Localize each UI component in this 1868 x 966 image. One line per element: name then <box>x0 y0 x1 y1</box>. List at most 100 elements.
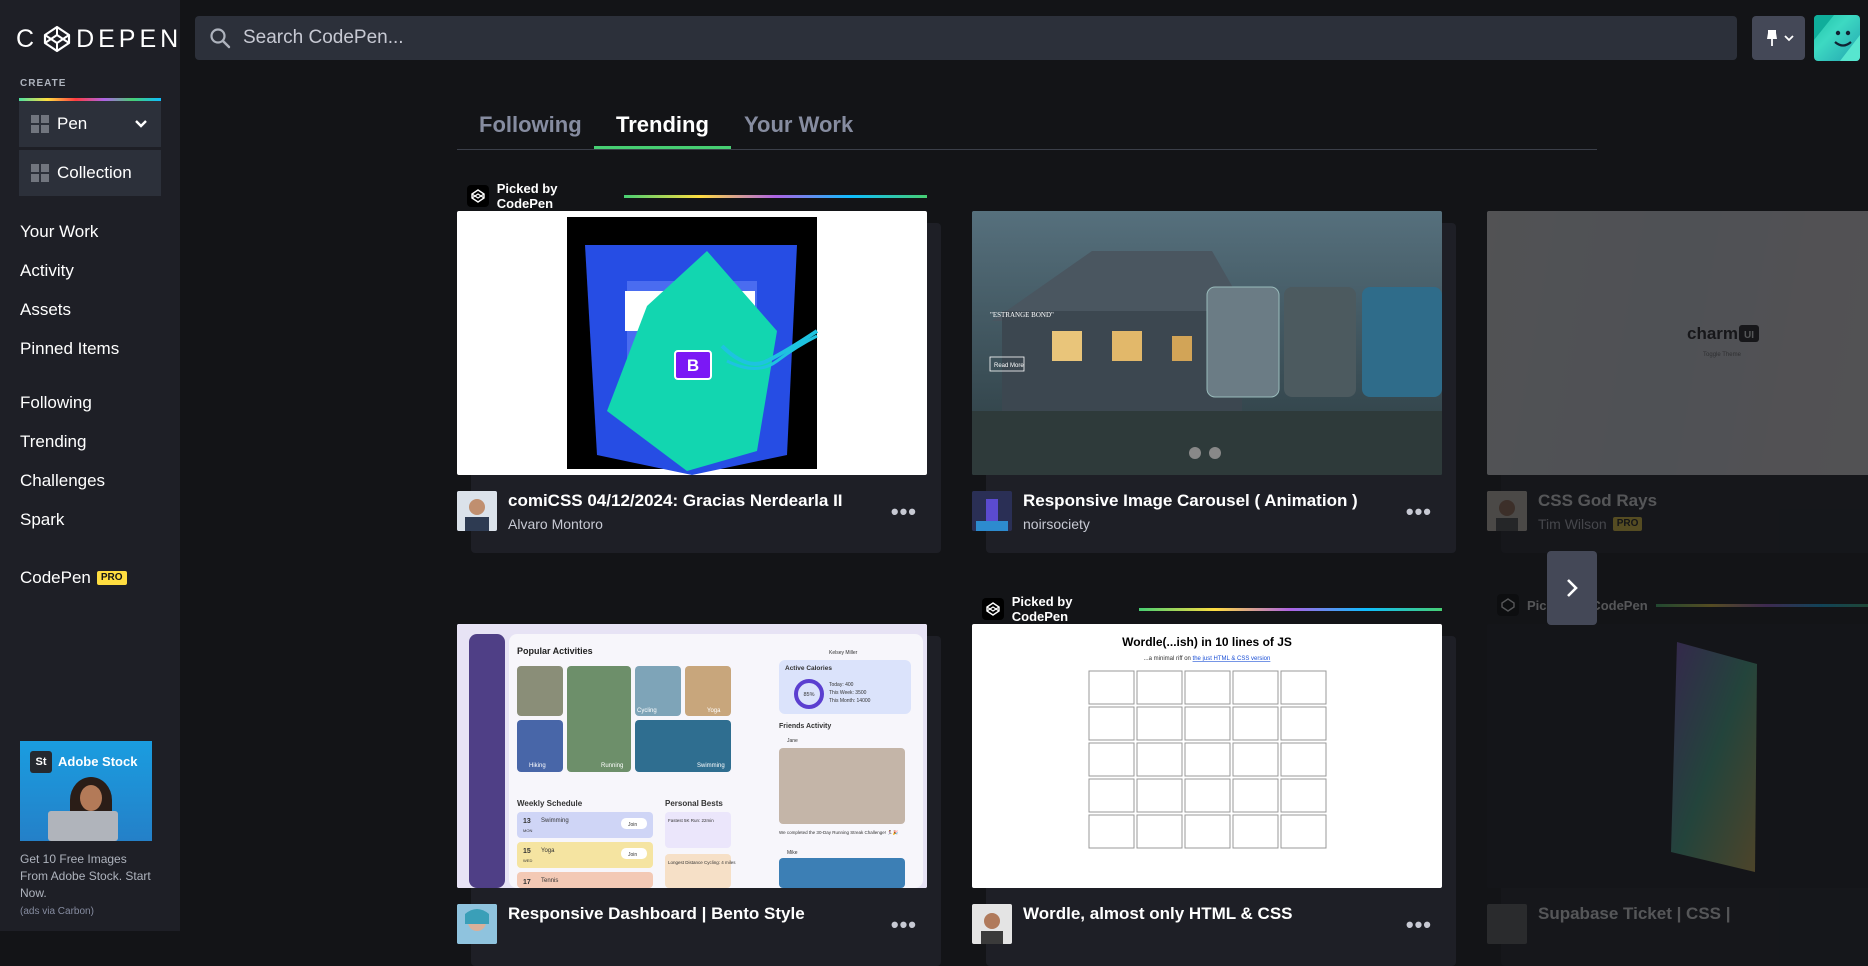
author-avatar[interactable] <box>1487 904 1527 944</box>
preview-schedule-dow: MON <box>523 828 532 833</box>
tab-trending[interactable]: Trending <box>594 112 731 149</box>
pen-author[interactable]: Alvaro Montoro <box>508 516 603 532</box>
preview-best2: Longest Distance Cycling: 4 miles <box>668 860 736 865</box>
pen-title[interactable]: CSS God Rays <box>1538 491 1657 511</box>
preview-calorie-line: This Week: 3500 <box>829 690 867 696</box>
create-pen-label: Pen <box>57 114 88 133</box>
preview-schedule-dow: WED <box>523 858 532 863</box>
search-icon <box>210 28 231 49</box>
more-dots-icon[interactable]: ••• <box>1406 499 1432 525</box>
pen-title[interactable]: Responsive Dashboard | Bento Style <box>508 904 805 924</box>
preview-logo-suffix: UI <box>1744 330 1754 341</box>
feed-tabs: Following Trending Your Work <box>457 108 1597 150</box>
wordle-cell <box>1280 706 1327 741</box>
card-preview[interactable] <box>1487 624 1868 888</box>
author-avatar[interactable] <box>457 491 497 531</box>
picked-by-codepen[interactable]: Picked by CodePen <box>982 594 1442 624</box>
logo-c: C <box>16 24 39 53</box>
pro-badge: PRO <box>96 571 127 585</box>
pen-author[interactable]: noirsociety <box>1023 516 1090 532</box>
chevron-down-icon[interactable] <box>133 115 149 131</box>
sidebar-item-spark[interactable]: Spark <box>20 500 105 539</box>
preview-schedule-name: Swimming <box>541 818 569 824</box>
wordle-cell <box>1232 778 1279 813</box>
search-bar[interactable] <box>195 16 1737 60</box>
sidebar-item-assets[interactable]: Assets <box>20 290 119 329</box>
wordle-cell <box>1136 814 1183 849</box>
pen-title[interactable]: Supabase Ticket | CSS | <box>1538 904 1731 924</box>
card-preview[interactable]: "ESTRANGE BOND" Read More <box>972 211 1442 475</box>
ad-image[interactable]: St Adobe Stock <box>20 741 152 841</box>
wordle-cell <box>1136 742 1183 777</box>
ad-via[interactable]: (ads via Carbon) <box>20 906 152 917</box>
sidebar-item-pinned-items[interactable]: Pinned Items <box>20 329 119 368</box>
carousel-next-button[interactable] <box>1547 551 1597 625</box>
sidebar-item-your-work[interactable]: Your Work <box>20 212 119 251</box>
sponsor-ad[interactable]: St Adobe Stock Get 10 Free Images From A… <box>20 741 152 917</box>
preview-schedule-name: Tennis <box>541 878 558 884</box>
preview-art: charm UI Toggle Theme <box>1687 324 1759 358</box>
preview-weekly: Weekly Schedule <box>517 799 583 808</box>
sidebar-item-activity[interactable]: Activity <box>20 251 119 290</box>
preview-schedule-day: 13 <box>523 818 531 825</box>
ad-person-face <box>80 785 102 811</box>
search-input[interactable] <box>243 27 1643 49</box>
create-collection-button[interactable]: Collection <box>19 150 161 196</box>
create-pen-button[interactable]: Pen <box>19 101 161 147</box>
more-dots-icon[interactable]: ••• <box>891 499 917 525</box>
preview-art: Wordle(...ish) in 10 lines of JS ...a mi… <box>1088 635 1327 849</box>
pen-author-name: Tim Wilson <box>1538 516 1607 532</box>
author-avatar[interactable] <box>972 491 1012 531</box>
tab-following[interactable]: Following <box>457 112 604 149</box>
picked-rainbow-line <box>1655 603 1868 607</box>
preview-button: Read More <box>994 363 1024 369</box>
sidebar-pro-link[interactable]: CodePen PRO <box>20 558 127 597</box>
preview-user: Kelsey Miller <box>829 650 858 656</box>
picked-by-codepen[interactable]: Picked by CodePen <box>467 181 927 211</box>
user-avatar[interactable] <box>1814 15 1860 61</box>
sidebar-item-trending[interactable]: Trending <box>20 422 105 461</box>
card-preview[interactable]: B <box>457 211 927 475</box>
preview-schedule-day: 17 <box>523 879 531 886</box>
author-avatar[interactable] <box>972 904 1012 944</box>
pin-icon <box>1766 30 1777 46</box>
preview-friend2: Mike <box>787 850 798 856</box>
preview-activity-yoga: Yoga <box>707 708 721 714</box>
collection-grid-icon <box>31 164 49 182</box>
more-dots-icon[interactable]: ••• <box>891 912 917 938</box>
pen-author[interactable]: Tim Wilson PRO <box>1538 516 1643 532</box>
picked-label: Picked by CodePen <box>496 181 558 211</box>
wordle-subtitle: ...a minimal riff on the just HTML & CSS… <box>1144 656 1271 662</box>
card-preview[interactable]: Popular Activities Hiking Running Cyclin… <box>457 624 927 888</box>
avatar-face-icon <box>1814 15 1860 61</box>
pen-title[interactable]: Wordle, almost only HTML & CSS <box>1023 904 1293 924</box>
tab-your-work[interactable]: Your Work <box>722 112 875 149</box>
sidebar-item-following[interactable]: Following <box>20 383 105 422</box>
preview-friend1: Jane <box>787 738 798 744</box>
codepen-logo[interactable]: C DEPEN <box>16 24 182 54</box>
pinned-items-button[interactable] <box>1752 16 1805 60</box>
pen-grid-icon <box>31 115 49 133</box>
card-preview[interactable]: Wordle(...ish) in 10 lines of JS ...a mi… <box>972 624 1442 888</box>
card-meta: Wordle, almost only HTML & CSS ••• <box>972 902 1442 946</box>
preview-popular: Popular Activities <box>517 646 593 656</box>
wordle-cell <box>1232 814 1279 849</box>
ad-text[interactable]: Get 10 Free Images From Adobe Stock. Sta… <box>20 851 152 902</box>
picked-rainbow-line <box>1139 607 1442 611</box>
author-avatar[interactable] <box>457 904 497 944</box>
author-avatar[interactable] <box>1487 491 1527 531</box>
pen-title[interactable]: comiCSS 04/12/2024: Gracias Nerdearla II <box>508 491 843 511</box>
preview-activity-running: Running <box>601 763 623 769</box>
card-preview[interactable]: charm UI Toggle Theme <box>1487 211 1868 475</box>
chevron-down-icon <box>1783 35 1794 42</box>
preview-activity-hiking: Hiking <box>529 763 546 769</box>
pen-title[interactable]: Responsive Image Carousel ( Animation ) <box>1023 491 1358 511</box>
sidebar-item-challenges[interactable]: Challenges <box>20 461 105 500</box>
wordle-cell <box>1280 814 1327 849</box>
preview-calorie-line: Today: 400 <box>829 682 854 688</box>
preview-art <box>1671 642 1757 872</box>
wordle-sub-link[interactable]: the just HTML & CSS version <box>1193 656 1271 662</box>
more-dots-icon[interactable]: ••• <box>1406 912 1432 938</box>
codepen-icon <box>467 185 489 207</box>
wordle-cell <box>1184 670 1231 705</box>
